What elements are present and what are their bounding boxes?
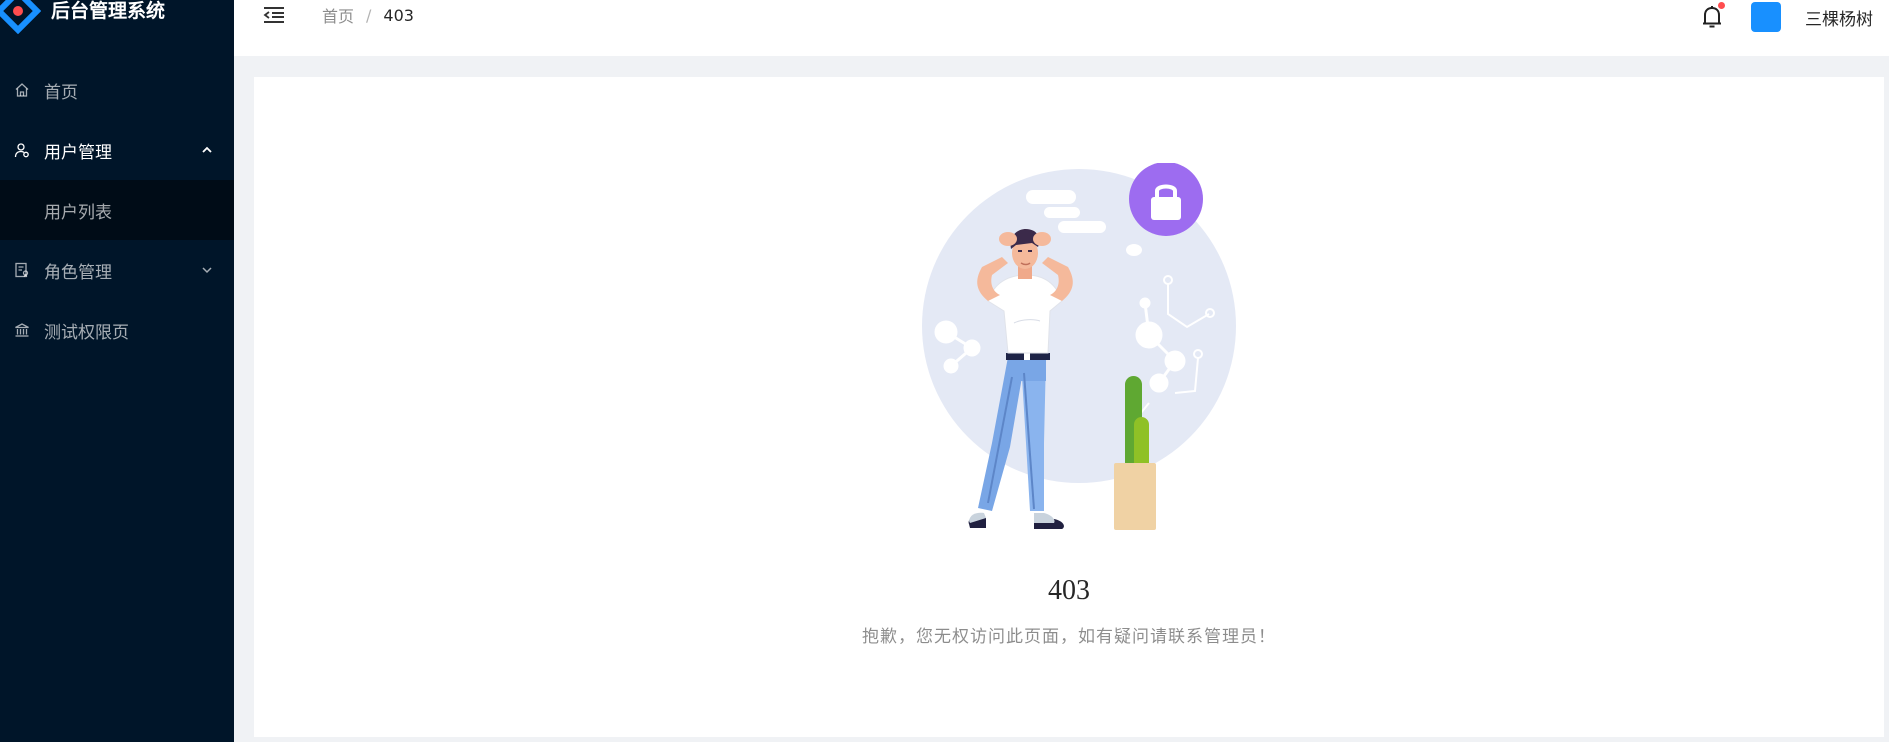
chevron-down-icon xyxy=(200,263,214,277)
menu-fold-icon xyxy=(263,7,284,23)
sidebar-item-user-management[interactable]: 用户管理 xyxy=(0,120,234,180)
submenu-user-management: 用户列表 xyxy=(0,180,234,240)
notification-badge xyxy=(1718,2,1725,9)
home-icon xyxy=(14,82,30,98)
sidebar-item-label: 用户列表 xyxy=(44,202,112,223)
menu-fold-button[interactable] xyxy=(262,3,286,27)
top-header: 首页 / 403 三棵杨树 xyxy=(234,0,1889,56)
username[interactable]: 三棵杨树 xyxy=(1805,5,1873,30)
sidebar-item-user-list[interactable]: 用户列表 xyxy=(0,180,234,240)
app-title: 后台管理系统 xyxy=(51,0,166,22)
logo[interactable]: 后台管理系统 xyxy=(0,0,234,34)
role-icon xyxy=(14,262,30,278)
sidebar-item-label: 角色管理 xyxy=(44,262,112,283)
result-message: 抱歉，您无权访问此页面，如有疑问请联系管理员！ xyxy=(862,627,1276,647)
sidebar-item-home[interactable]: 首页 xyxy=(0,60,234,120)
bank-icon xyxy=(14,322,30,338)
breadcrumb-separator: / xyxy=(366,5,372,25)
sidebar-item-permission-test[interactable]: 测试权限页 xyxy=(0,300,234,360)
header-actions: 三棵杨树 xyxy=(1699,2,1873,32)
sidebar-item-label: 首页 xyxy=(44,82,78,103)
sidebar-item-label: 测试权限页 xyxy=(44,322,129,343)
forbidden-illustration xyxy=(904,162,1254,543)
chevron-up-icon xyxy=(200,143,214,157)
sidebar-item-label: 用户管理 xyxy=(44,142,112,163)
sidebar: 后台管理系统 首页 用户管理 用户列表 角色管理 测试权限页 xyxy=(0,0,234,742)
result-status-code: 403 xyxy=(1048,575,1090,606)
user-icon xyxy=(14,142,30,158)
side-menu: 首页 用户管理 用户列表 角色管理 测试权限页 xyxy=(0,60,234,360)
breadcrumb-current: 403 xyxy=(383,5,414,25)
sidebar-item-role-management[interactable]: 角色管理 xyxy=(0,240,234,300)
breadcrumb: 首页 / 403 xyxy=(322,3,414,27)
breadcrumb-home[interactable]: 首页 xyxy=(322,3,354,27)
logo-icon xyxy=(0,0,42,34)
main-content: 403 抱歉，您无权访问此页面，如有疑问请联系管理员！ xyxy=(254,77,1884,737)
avatar[interactable] xyxy=(1751,2,1781,32)
notification-button[interactable] xyxy=(1699,2,1725,32)
